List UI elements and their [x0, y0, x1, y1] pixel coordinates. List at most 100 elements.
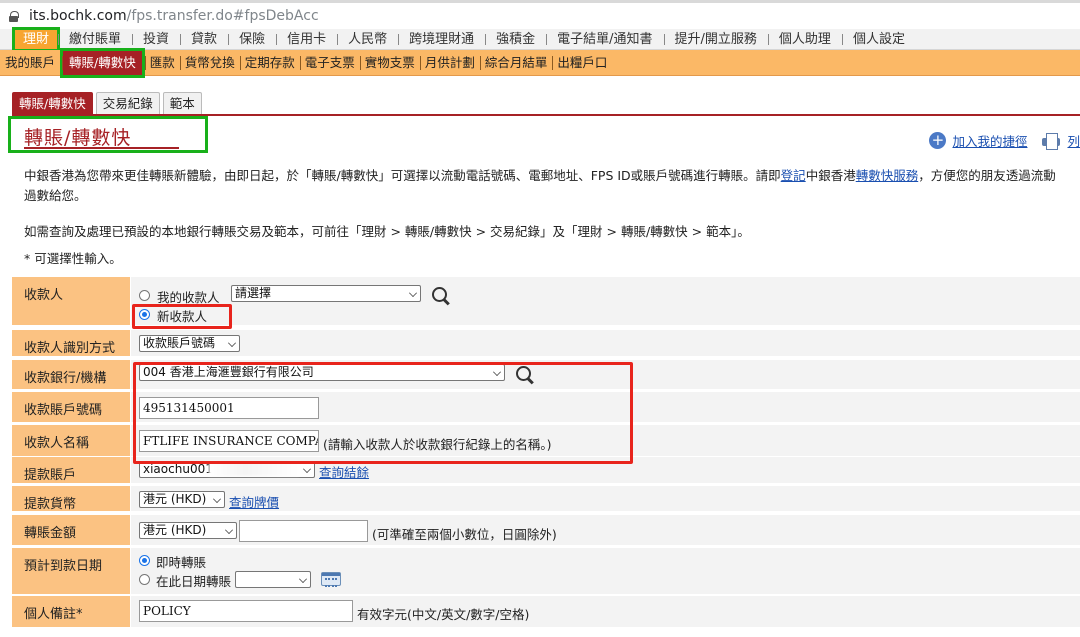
top-nav-item-assistant[interactable]: 個人助理 [767, 29, 842, 50]
intro-line1-mid: 中銀香港 [805, 168, 856, 183]
label-debit-currency: 提款貨幣 [12, 486, 130, 512]
radio-immediate[interactable] [139, 555, 150, 566]
highlight-payee-details [133, 362, 633, 464]
radio-my-payee[interactable] [139, 290, 150, 301]
intro-line1-pre: 中銀香港為您帶來更佳轉賬新體驗，由即日起，於「轉賬/轉數快」可選擇以流動電話號碼… [24, 168, 781, 183]
add-icon: + [929, 132, 947, 149]
my-payee-select-value: 請選擇 [235, 286, 272, 300]
page-title-box: 轉賬/轉數快 [8, 116, 208, 153]
label-account-number: 收款賬戶號碼 [12, 392, 130, 423]
row-debit-currency: 提款貨幣 港元 (HKD) 查詢牌價 [12, 486, 1080, 512]
sub-nav-item-remittance[interactable]: 匯款 [144, 50, 180, 76]
top-nav-item-rmb[interactable]: 人民幣 [337, 29, 398, 50]
row-amount: 轉賬金額 港元 (HKD) (可準確至兩個小數位，日圓除外) [12, 515, 1080, 546]
highlight-new-payee [132, 304, 232, 329]
debit-currency-value: 港元 (HKD) [143, 492, 207, 506]
intro-paragraph-2: 如需查詢及處理已預設的本地銀行轉賬交易及範本，可前往「理財 > 轉賬/轉數快 >… [24, 224, 750, 239]
register-link[interactable]: 登記 [781, 168, 806, 183]
my-payee-select[interactable]: 請選擇 [231, 285, 421, 302]
top-nav-item-upgrade[interactable]: 提升/開立服務 [663, 29, 768, 50]
sub-nav-item-monthly-plan[interactable]: 月供計劃 [419, 50, 480, 76]
label-payee-id-method: 收款人識別方式 [12, 330, 130, 357]
amount-field: 港元 (HKD) (可準確至兩個小數位，日圓除外) [130, 515, 1080, 546]
check-balance-link[interactable]: 查詢結餘 [319, 462, 369, 481]
top-nav-item-bill-payment[interactable]: 繳付賬單 [58, 29, 132, 50]
row-value-date: 預計到款日期 即時轉賬 在此日期轉賬 [12, 548, 1080, 595]
debit-currency-select[interactable]: 港元 (HKD) [139, 491, 225, 508]
search-icon[interactable] [432, 287, 450, 305]
label-payee: 收款人 [12, 277, 130, 326]
payee-id-method-field: 收款賬戶號碼 [130, 330, 1080, 357]
label-payee-name: 收款人名稱 [12, 425, 130, 457]
top-nav-item-settings[interactable]: 個人設定 [841, 29, 916, 50]
address-bar[interactable]: its.bochk.com/fps.transfer.do#fpsDebAcc [0, 0, 1080, 29]
tab-transaction-records[interactable]: 交易紀錄 [95, 92, 160, 114]
amount-currency-value: 港元 (HKD) [143, 523, 207, 537]
lock-icon [9, 10, 19, 22]
sub-nav: 我的賬戶 轉賬/轉數快 匯款 貨幣兌換 定期存款 電子支票 實物支票 月供計劃 … [0, 47, 1080, 78]
label-amount: 轉賬金額 [12, 515, 130, 546]
remark-hint: 有效字元(中文/英文/數字/空格) [357, 607, 530, 622]
chevron-down-icon [409, 289, 417, 297]
optional-note: * 可選擇性輸入。 [24, 251, 122, 266]
amount-hint: (可準確至兩個小數位，日圓除外) [372, 527, 557, 542]
sub-nav-item-cheque[interactable]: 實物支票 [359, 50, 420, 76]
radio-on-date[interactable] [139, 574, 150, 585]
print-icon[interactable] [1041, 132, 1061, 150]
sub-nav-item-payroll[interactable]: 出糧戶口 [552, 50, 612, 76]
chevron-down-icon [303, 465, 311, 473]
debit-account-value: xiaochu001 [143, 462, 213, 476]
remark-field: POLICY 有效字元(中文/英文/數字/空格) [130, 596, 1080, 628]
payee-id-method-value: 收款賬戶號碼 [143, 336, 216, 350]
value-date-field: 即時轉賬 在此日期轉賬 [130, 548, 1080, 595]
title-underline [24, 147, 179, 149]
sub-nav-item-my-accounts[interactable]: 我的賬戶 [0, 50, 60, 76]
tab-bar: 轉賬/轉數快 交易紀錄 範本 [12, 92, 202, 114]
sub-nav-item-statement[interactable]: 綜合月結單 [479, 50, 553, 76]
url-path: /fps.transfer.do#fpsDebAcc [126, 8, 319, 24]
intro-line1-post: ，方便您的朋友透過流動 [918, 168, 1056, 183]
calendar-icon[interactable] [321, 572, 341, 587]
top-nav-item-loan[interactable]: 貸款 [180, 29, 228, 50]
remark-input[interactable]: POLICY [139, 600, 353, 622]
row-remark: 個人備註* POLICY 有效字元(中文/英文/數字/空格) [12, 596, 1080, 628]
amount-currency-select[interactable]: 港元 (HKD) [139, 522, 237, 539]
sub-nav-item-time-deposit[interactable]: 定期存款 [239, 50, 300, 76]
sub-nav-item-transfer[interactable]: 轉賬/轉數快 [60, 47, 145, 78]
top-nav-item-mpf[interactable]: 強積金 [485, 29, 546, 50]
label-bank: 收款銀行/機構 [12, 360, 130, 390]
date-select[interactable] [235, 571, 311, 588]
page-links: + 加入我的捷徑 列 [929, 131, 1080, 150]
tab-transfer[interactable]: 轉賬/轉數快 [12, 92, 93, 114]
top-nav-item-cross-boundary[interactable]: 跨境理財通 [398, 29, 485, 50]
sub-nav-item-fx[interactable]: 貨幣兌換 [179, 50, 240, 76]
add-shortcut-link[interactable]: 加入我的捷徑 [952, 131, 1027, 150]
sub-nav-item-e-cheque[interactable]: 電子支票 [299, 50, 360, 76]
row-payee-id-method: 收款人識別方式 收款賬戶號碼 [12, 330, 1080, 357]
intro-text: 中銀香港為您帶來更佳轉賬新體驗，由即日起，於「轉賬/轉數快」可選擇以流動電話號碼… [24, 166, 1080, 206]
chevron-down-icon [225, 526, 233, 534]
top-nav-item-estatement[interactable]: 電子結單/通知書 [546, 29, 663, 50]
debit-currency-field: 港元 (HKD) 查詢牌價 [130, 486, 1080, 512]
label-value-date: 預計到款日期 [12, 548, 130, 595]
tab-templates[interactable]: 範本 [162, 92, 202, 114]
top-nav-item-insurance[interactable]: 保險 [228, 29, 276, 50]
page-title: 轉賬/轉數快 [24, 127, 132, 149]
row-payee: 收款人 我的收款人 請選擇 新收款人 [12, 277, 1080, 329]
top-nav-item-investment[interactable]: 投資 [132, 29, 180, 50]
on-date-label: 在此日期轉賬 [156, 574, 232, 589]
fps-service-link[interactable]: 轉數快服務 [856, 168, 919, 183]
label-debit-account: 提款賬戶 [12, 457, 130, 484]
url-host: its.bochk.com [29, 8, 127, 24]
redacted-account [209, 462, 299, 476]
top-nav-item-credit-card[interactable]: 信用卡 [276, 29, 337, 50]
amount-input[interactable] [239, 520, 368, 542]
label-remark: 個人備註* [12, 596, 130, 628]
payee-id-method-select[interactable]: 收款賬戶號碼 [139, 335, 240, 352]
print-link[interactable]: 列 [1067, 131, 1080, 150]
check-rate-link[interactable]: 查詢牌價 [229, 492, 279, 511]
chevron-down-icon [299, 575, 307, 583]
payee-field: 我的收款人 請選擇 新收款人 [130, 277, 1080, 329]
chevron-down-icon [228, 339, 236, 347]
top-nav-item-wealth[interactable]: 理財 [11, 26, 61, 52]
